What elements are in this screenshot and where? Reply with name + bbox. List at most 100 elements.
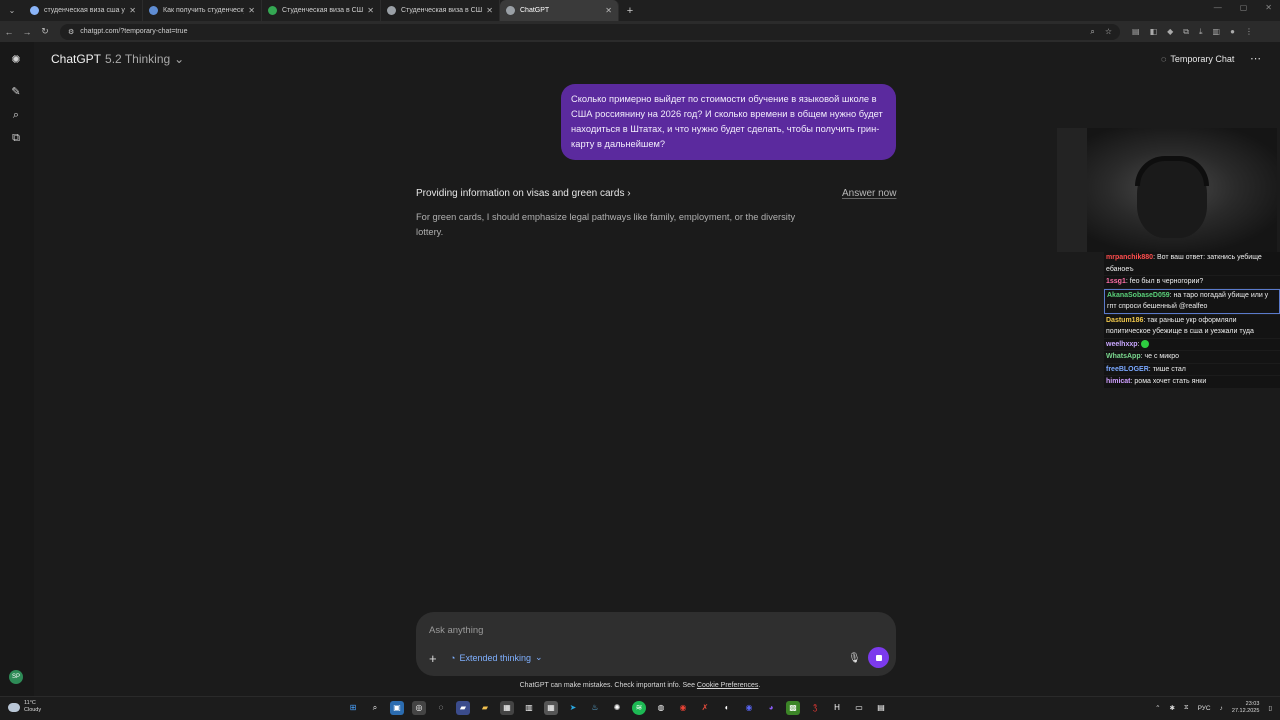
app-icon[interactable]: ▥	[522, 701, 536, 715]
app-icon[interactable]: ǯ	[808, 701, 822, 715]
chevron-right-icon: ›	[627, 188, 631, 199]
browser-menu-icon[interactable]: ⋮	[1245, 27, 1253, 37]
chat-text: тише стал	[1152, 365, 1186, 373]
answer-now-button[interactable]: Answer now	[842, 188, 896, 199]
browser-tab[interactable]: Студенческая виза в США - в ✕	[262, 0, 381, 21]
system-tray: ⌃ ✱ ⧖ РУС ♪ 23:03 27.12.2025 ▯	[1155, 701, 1272, 715]
browser-tab[interactable]: Студенческая виза в США: сш ✕	[381, 0, 500, 21]
model-selector[interactable]: ChatGPT 5.2 Thinking ⌄	[51, 52, 184, 66]
browser-tab-strip: ⌄ студенческая виза сша учитс ✕ Как полу…	[0, 0, 1280, 21]
telegram-icon[interactable]: ➤	[566, 701, 580, 715]
tab-title: студенческая виза сша учитс	[44, 7, 125, 14]
tab-close-icon[interactable]: ✕	[605, 6, 612, 15]
chat-username: freeBLOGER	[1106, 365, 1149, 373]
profile-icon[interactable]: ●	[1230, 27, 1235, 37]
task-view-icon[interactable]: ▣	[390, 701, 404, 715]
close-window-icon[interactable]: ✕	[1265, 3, 1272, 12]
maximize-icon[interactable]: ▢	[1240, 3, 1248, 12]
app-icon[interactable]: ▰	[456, 701, 470, 715]
forward-icon[interactable]: →	[18, 27, 36, 37]
stop-generating-button[interactable]	[868, 647, 889, 668]
minecraft-icon[interactable]: ▩	[786, 701, 800, 715]
app-icon[interactable]: ◌	[434, 701, 448, 715]
search-icon[interactable]: ⌕	[9, 108, 23, 122]
new-chat-icon[interactable]: ✎	[9, 85, 23, 99]
cookie-preferences-link[interactable]: Cookie Preferences	[697, 682, 758, 689]
extension-icon[interactable]: ◆	[1167, 27, 1173, 37]
tab-close-icon[interactable]: ✕	[367, 6, 374, 15]
tab-close-icon[interactable]: ✕	[486, 6, 493, 15]
chat-line-highlighted: AkanaSobaseD059: на таро погадай убище и…	[1104, 288, 1280, 314]
tab-favicon-icon	[387, 6, 396, 15]
library-icon[interactable]: ⧉	[9, 131, 23, 145]
site-info-icon[interactable]: ⚙	[68, 28, 74, 36]
clock[interactable]: 23:03 27.12.2025	[1232, 701, 1260, 715]
app-icon[interactable]: H	[830, 701, 844, 715]
chat-text: рома хочет стать янки	[1134, 378, 1207, 385]
bookmark-star-icon[interactable]: ☆	[1105, 27, 1112, 37]
lang-indicator[interactable]: РУС	[1198, 705, 1211, 712]
browser-tab[interactable]: студенческая виза сша учитс ✕	[24, 0, 143, 21]
address-bar-row: ← → ↻ ⚙ chatgpt.com/?temporary-chat=true…	[0, 21, 1280, 42]
app-icon[interactable]: ◍	[654, 701, 668, 715]
calendar-icon[interactable]: ▦	[544, 701, 558, 715]
taskbar-apps: ⊞ ⌕ ▣ ◎ ◌ ▰ ▰ ▦ ▥ ▦ ➤ ♨ ✺ ≋ ◍ ◉ ✗ ◐ ◉ ◕ …	[346, 701, 888, 715]
puzzle-icon[interactable]: ⧉	[1183, 27, 1189, 37]
tab-search-icon[interactable]: ⌄	[0, 0, 24, 21]
app-icon[interactable]: ✗	[698, 701, 712, 715]
more-options-icon[interactable]: ⋯	[1250, 52, 1261, 65]
url-field[interactable]: ⚙ chatgpt.com/?temporary-chat=true ⌕ ☆	[60, 23, 1120, 40]
chatgpt-app-icon[interactable]: ✺	[610, 701, 624, 715]
spotify-icon[interactable]: ≋	[632, 701, 646, 715]
app-icon[interactable]: ▦	[500, 701, 514, 715]
file-explorer-icon[interactable]: ▰	[478, 701, 492, 715]
user-message-bubble: Сколько примерно выйдет по стоимости обу…	[561, 84, 896, 160]
notifications-icon[interactable]: ▯	[1268, 704, 1272, 712]
minimize-icon[interactable]: —	[1214, 3, 1222, 12]
add-attachment-icon[interactable]: +	[429, 651, 437, 666]
microphone-icon[interactable]: 🎙	[848, 653, 861, 664]
app-icon[interactable]: ▤	[874, 701, 888, 715]
download-icon[interactable]: ⤓	[1199, 27, 1203, 37]
new-tab-button[interactable]: +	[619, 0, 641, 21]
browser-tab[interactable]: Как получить студенческую в ✕	[143, 0, 262, 21]
chat-text: че с микро	[1144, 353, 1180, 360]
chat-line: himicat: рома хочет стать янки	[1104, 376, 1280, 388]
thinking-text: For green cards, I should emphasize lega…	[416, 212, 796, 237]
volume-icon[interactable]: ♪	[1220, 705, 1223, 712]
browser-tab-active[interactable]: ChatGPT ✕	[500, 0, 619, 21]
message-composer: Ask anything + ◔ Extended thinking ⌄ 🎙	[416, 612, 896, 676]
openai-logo-icon[interactable]: ✺	[9, 53, 23, 67]
terminal-icon[interactable]: ▭	[852, 701, 866, 715]
taskbar-search-icon[interactable]: ⌕	[368, 701, 382, 715]
chrome-icon[interactable]: ◉	[676, 701, 690, 715]
prompt-input[interactable]: Ask anything	[429, 625, 483, 636]
clock-time: 23:03	[1245, 701, 1260, 707]
reload-icon[interactable]: ↻	[36, 26, 54, 37]
back-icon[interactable]: ←	[0, 27, 18, 37]
app-icon[interactable]: ◎	[412, 701, 426, 715]
weather-desc: Cloudy	[24, 707, 42, 713]
tray-app-icon[interactable]: ✱	[1170, 704, 1175, 712]
discord-icon[interactable]: ◕	[764, 701, 778, 715]
emote-icon	[1141, 339, 1150, 348]
tab-close-icon[interactable]: ✕	[129, 6, 136, 15]
tray-chevron-icon[interactable]: ⌃	[1155, 704, 1160, 712]
thinking-title: Providing information on visas and green…	[416, 188, 625, 199]
chat-username: Dastum186	[1106, 316, 1144, 324]
zoom-icon[interactable]: ⌕	[1090, 27, 1094, 37]
thinking-summary-toggle[interactable]: Providing information on visas and green…	[416, 188, 631, 199]
windows-start-icon[interactable]: ⊞	[346, 701, 360, 715]
steam-icon[interactable]: ♨	[588, 701, 602, 715]
app-icon[interactable]: ◉	[742, 701, 756, 715]
temporary-chat-button[interactable]: ◌ Temporary Chat	[1161, 54, 1234, 64]
tab-close-icon[interactable]: ✕	[248, 6, 255, 15]
app-icon[interactable]: ◐	[720, 701, 734, 715]
extension-icon[interactable]: ◧	[1150, 27, 1158, 37]
extended-thinking-pill[interactable]: ◔ Extended thinking ⌄	[450, 652, 543, 663]
sidebar-icon[interactable]: ▥	[1213, 27, 1221, 37]
weather-widget[interactable]: 11°C Cloudy	[8, 700, 41, 714]
extension-icon[interactable]: ▤	[1132, 27, 1140, 37]
tray-network-icon[interactable]: ⧖	[1184, 704, 1189, 712]
dashed-circle-icon: ◌	[1161, 54, 1167, 64]
